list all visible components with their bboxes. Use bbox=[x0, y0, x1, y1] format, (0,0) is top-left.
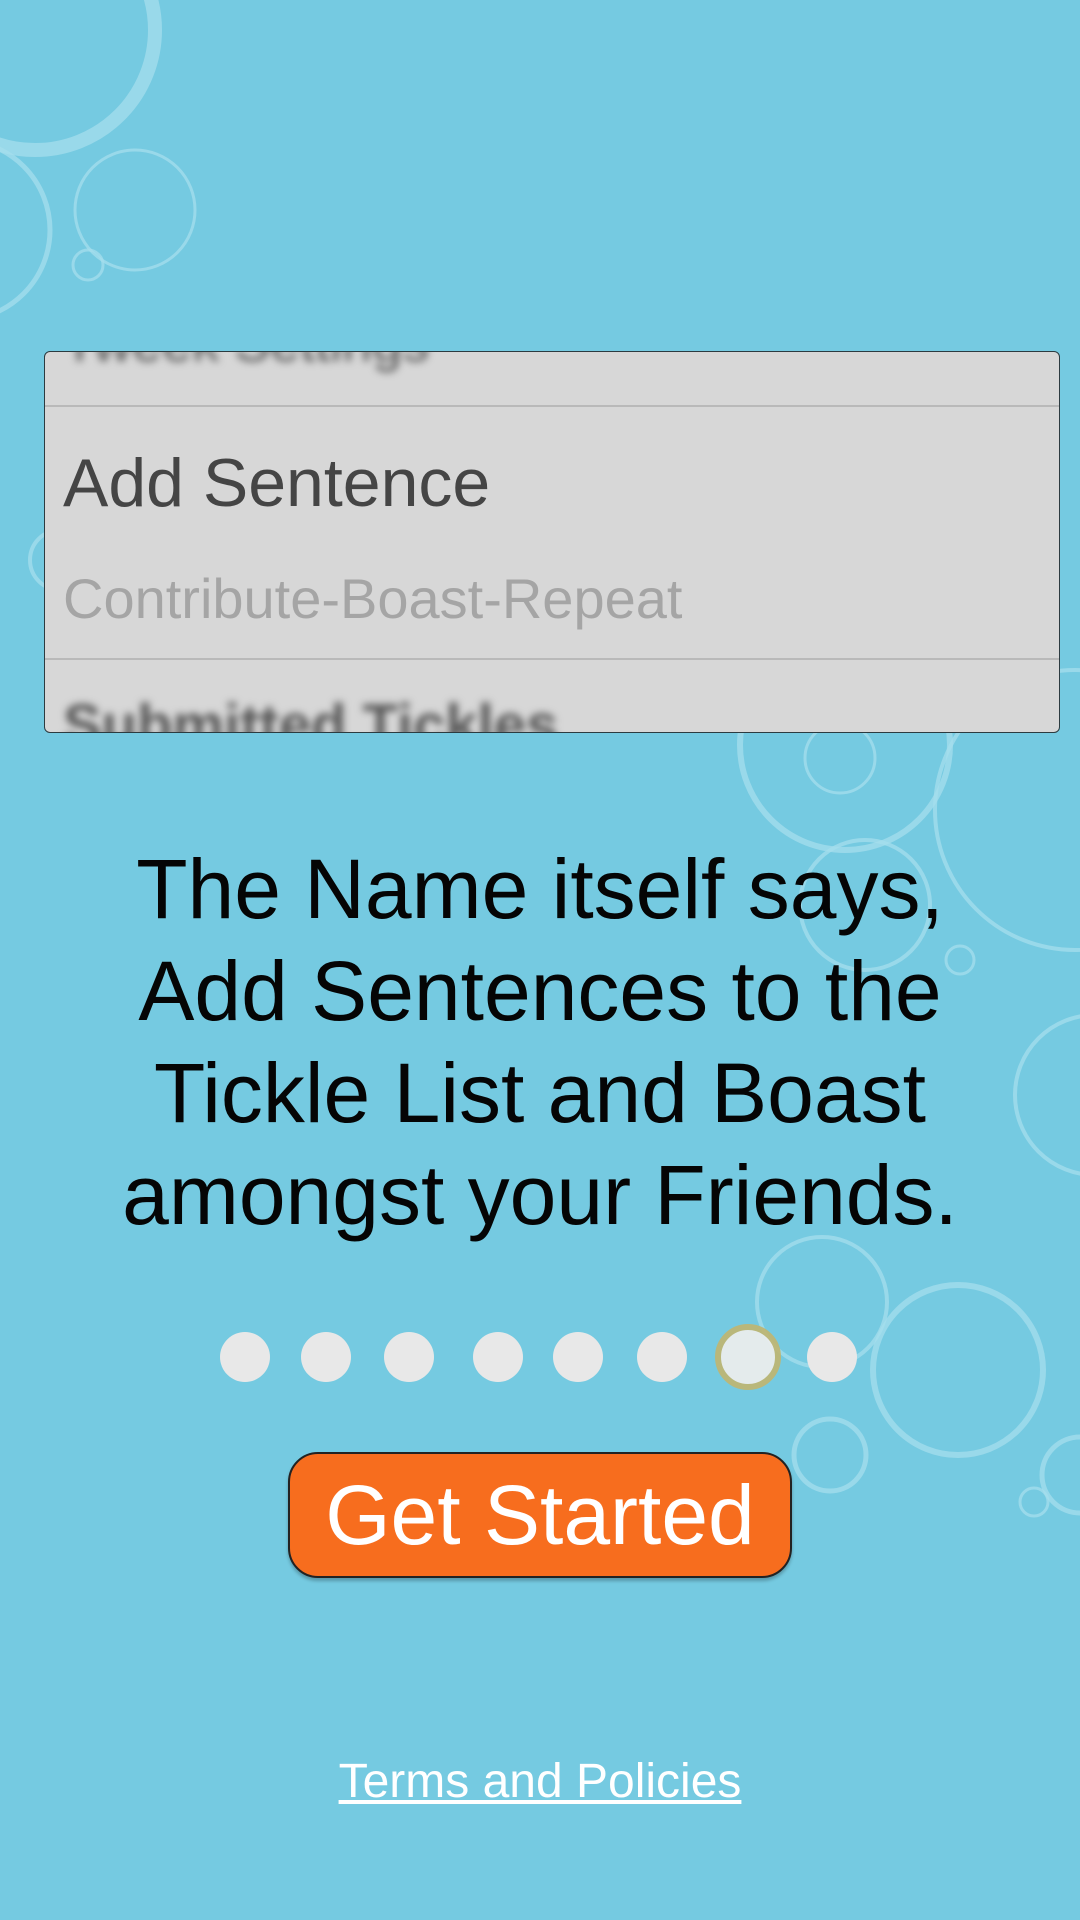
page-dot-3[interactable] bbox=[384, 1332, 434, 1382]
headline-line: Tickle List and Boast bbox=[154, 1046, 926, 1140]
preview-partial-item-bottom: Submitted Tickles bbox=[63, 693, 559, 733]
preview-divider bbox=[45, 658, 1059, 660]
preview-divider bbox=[45, 405, 1059, 407]
onboarding-headline: The Name itself says, Add Sentences to t… bbox=[60, 838, 1020, 1246]
feature-preview-card: Tweek Settings Add Sentence Contribute-B… bbox=[44, 351, 1060, 733]
page-dot-7-active[interactable] bbox=[715, 1324, 781, 1390]
terms-footer: Terms and Policies bbox=[0, 1754, 1080, 1809]
headline-line: Add Sentences to the bbox=[138, 944, 942, 1038]
preview-partial-item-top: Tweek Settings bbox=[63, 352, 429, 374]
page-indicator bbox=[0, 1324, 1080, 1390]
page-dot-8[interactable] bbox=[807, 1332, 857, 1382]
headline-line: amongst your Friends. bbox=[122, 1148, 958, 1242]
page-dot-4[interactable] bbox=[473, 1332, 523, 1382]
page-dot-6[interactable] bbox=[637, 1332, 687, 1382]
page-dot-5[interactable] bbox=[553, 1332, 603, 1382]
get-started-button[interactable]: Get Started bbox=[288, 1452, 792, 1578]
page-dot-2[interactable] bbox=[301, 1332, 351, 1382]
page-dot-1[interactable] bbox=[220, 1332, 270, 1382]
headline-line: The Name itself says, bbox=[136, 842, 944, 936]
terms-and-policies-link[interactable]: Terms and Policies bbox=[339, 1755, 742, 1808]
preview-item-title: Add Sentence bbox=[63, 445, 491, 521]
preview-item-subtitle: Contribute-Boast-Repeat bbox=[63, 567, 683, 630]
